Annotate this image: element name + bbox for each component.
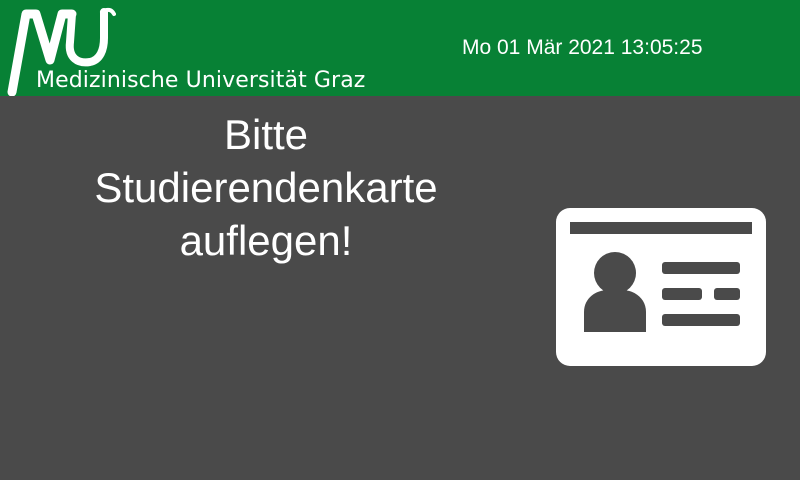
id-card-icon [556, 208, 766, 366]
instruction-line-3: auflegen! [179, 217, 353, 264]
header-bar: Medizinische Universität Graz Mo 01 Mär … [0, 0, 800, 96]
logo-text: Medizinische Universität Graz [36, 68, 366, 93]
instruction-line-1: Bitte [223, 111, 309, 158]
instruction-text: Bitte Studierendenkarte auflegen! [40, 108, 492, 267]
instruction-line-2: Studierendenkarte [94, 164, 438, 211]
datetime-display: Mo 01 Mär 2021 13:05:25 [462, 36, 703, 59]
